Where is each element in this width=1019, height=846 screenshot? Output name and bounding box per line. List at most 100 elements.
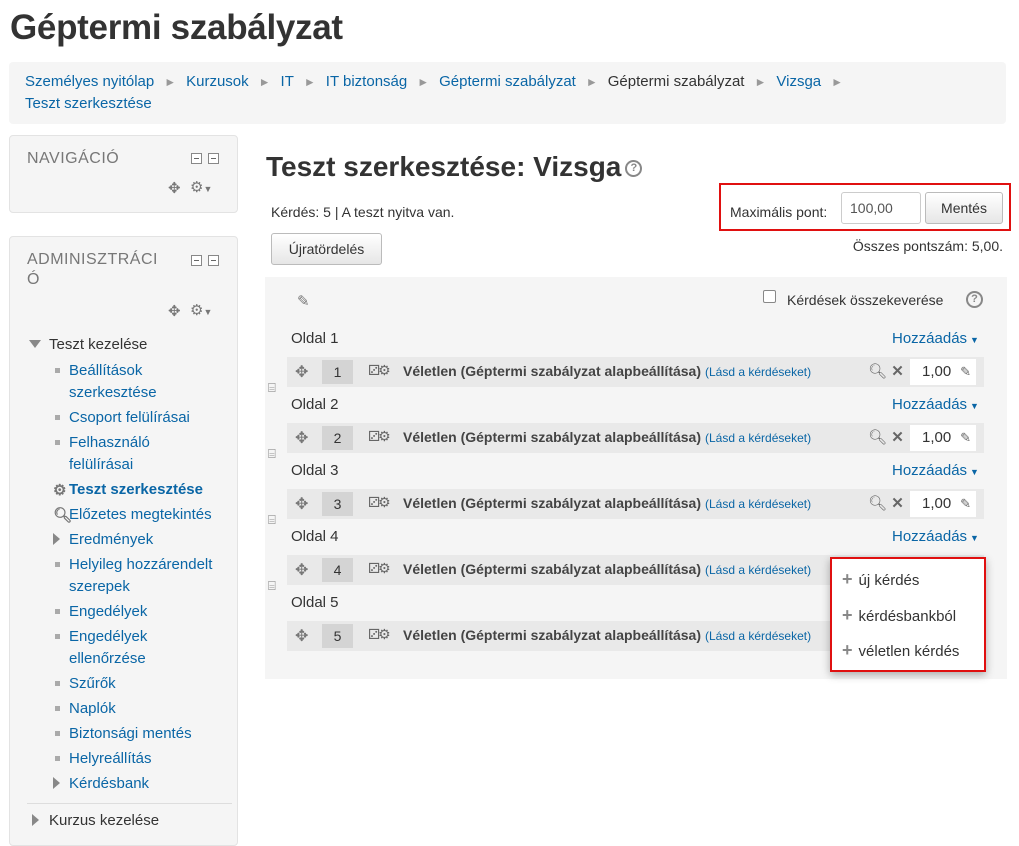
page-break-icon[interactable]: ⌸: [268, 579, 276, 592]
help-icon[interactable]: ?: [625, 160, 643, 178]
max-mark[interactable]: 1,00 ✎: [910, 425, 976, 451]
add-dropdown[interactable]: Hozzáadás ▼: [892, 462, 979, 479]
breadcrumb-course[interactable]: Géptermi szabályzat: [439, 73, 576, 90]
dock-icon[interactable]: [191, 153, 202, 164]
move-icon[interactable]: ✥: [295, 428, 308, 448]
tree-item-check-permissions[interactable]: Engedélyek ellenőrzése: [27, 626, 232, 670]
save-button[interactable]: Mentés: [925, 192, 1003, 224]
page-break-icon[interactable]: ⌸: [268, 381, 276, 394]
pencil-icon[interactable]: ✎: [960, 359, 971, 385]
collapse-icon[interactable]: [208, 255, 219, 266]
search-icon: 🔍︎: [53, 507, 73, 524]
question-title[interactable]: Véletlen (Géptermi szabályzat alapbeállí…: [403, 561, 811, 577]
see-questions-link[interactable]: (Lásd a kérdéseket): [705, 563, 811, 577]
question-title[interactable]: Véletlen (Géptermi szabályzat alapbeállí…: [403, 429, 811, 445]
menu-item-new-question[interactable]: + új kérdés: [842, 569, 919, 590]
tree-item-logs[interactable]: Naplók: [27, 698, 232, 720]
breadcrumb-edit-quiz[interactable]: Teszt szerkesztése: [25, 95, 152, 112]
bullet-icon: [55, 634, 60, 639]
shuffle-checkbox[interactable]: [763, 290, 776, 303]
add-dropdown[interactable]: Hozzáadás ▼: [892, 330, 979, 347]
move-icon[interactable]: ✥: [168, 304, 181, 319]
max-grade-input[interactable]: [841, 192, 921, 224]
add-dropdown[interactable]: Hozzáadás ▼: [892, 528, 979, 545]
search-icon[interactable]: 🔍︎: [868, 429, 887, 446]
slot-number: 3: [322, 492, 353, 516]
tree-quiz-administration[interactable]: Teszt kezelése: [27, 334, 232, 360]
pencil-icon[interactable]: ✎: [960, 425, 971, 451]
menu-item-random-question[interactable]: + véletlen kérdés: [842, 640, 959, 661]
tree-item-results[interactable]: Eredmények: [27, 529, 232, 551]
chevron-down-icon: ▼: [970, 335, 979, 345]
see-questions-link[interactable]: (Lásd a kérdéseket): [705, 431, 811, 445]
collapse-icon[interactable]: [208, 153, 219, 164]
see-questions-link[interactable]: (Lásd a kérdéseket): [705, 497, 811, 511]
random-question-icon: ⚂⚙: [368, 428, 391, 444]
question-title[interactable]: Véletlen (Géptermi szabályzat alapbeállí…: [403, 627, 811, 643]
tree-item-local-roles[interactable]: Helyileg hozzárendelt szerepek: [27, 554, 232, 598]
move-icon[interactable]: ✥: [295, 362, 308, 382]
administration-block-title[interactable]: ADMINISZTRÁCI Ó: [27, 250, 158, 290]
tree-item-settings[interactable]: Beállítások szerkesztése: [27, 360, 232, 404]
help-icon[interactable]: ?: [966, 291, 983, 308]
max-mark[interactable]: 1,00 ✎: [910, 359, 976, 385]
max-mark[interactable]: 1,00 ✎: [910, 491, 976, 517]
pencil-icon[interactable]: ✎: [297, 292, 310, 310]
tree-course-administration[interactable]: Kurzus kezelése: [27, 810, 232, 836]
administration-block: ADMINISZTRÁCI Ó ✥ ⚙▼ Teszt kezelése Beáll…: [9, 236, 238, 846]
bullet-icon: [55, 562, 60, 567]
tree-quiz-administration-label: Teszt kezelése: [49, 336, 148, 353]
bullet-icon: [55, 415, 60, 420]
page-break-icon[interactable]: ⌸: [268, 513, 276, 526]
bullet-icon: [55, 756, 60, 761]
breadcrumb-separator-icon: ►: [417, 75, 430, 89]
breadcrumb-home[interactable]: Személyes nyitólap: [25, 73, 154, 90]
gear-icon[interactable]: ⚙▼: [190, 303, 212, 320]
tree-item-edit-quiz[interactable]: ⚙ Teszt szerkesztése: [27, 479, 232, 501]
tree-item-user-overrides[interactable]: Felhasználó felülírásai: [27, 432, 232, 476]
repaginate-button[interactable]: Újratördelés: [271, 233, 382, 265]
dock-icon[interactable]: [191, 255, 202, 266]
tree-item-permissions[interactable]: Engedélyek: [27, 601, 232, 623]
page-break-icon[interactable]: ⌸: [268, 447, 276, 460]
navigation-block: NAVIGÁCIÓ ✥ ⚙▼: [9, 135, 238, 213]
add-dropdown[interactable]: Hozzáadás ▼: [892, 396, 979, 413]
search-icon[interactable]: 🔍︎: [868, 363, 887, 380]
bullet-icon: [55, 731, 60, 736]
breadcrumb-it-security[interactable]: IT biztonság: [326, 73, 407, 90]
question-title[interactable]: Véletlen (Géptermi szabályzat alapbeállí…: [403, 495, 811, 511]
administration-tree: Teszt kezelése Beállítások szerkesztése C…: [27, 334, 232, 836]
tree-item-filters[interactable]: Szűrők: [27, 673, 232, 695]
slot-number: 1: [322, 360, 353, 384]
tree-course-administration-label: Kurzus kezelése: [49, 812, 160, 829]
collapsed-triangle-icon: [53, 777, 60, 789]
breadcrumb-quiz[interactable]: Vizsga: [776, 73, 821, 90]
breadcrumb-courses[interactable]: Kurzusok: [186, 73, 249, 90]
gear-icon[interactable]: ⚙▼: [190, 180, 212, 197]
search-icon[interactable]: 🔍︎: [868, 495, 887, 512]
delete-icon[interactable]: ✕: [891, 363, 904, 380]
tree-item-restore[interactable]: Helyreállítás: [27, 748, 232, 770]
move-icon[interactable]: ✥: [295, 626, 308, 646]
move-icon[interactable]: ✥: [295, 494, 308, 514]
question-title[interactable]: Véletlen (Géptermi szabályzat alapbeállí…: [403, 363, 811, 379]
breadcrumb-separator-icon: ►: [831, 75, 844, 89]
tree-item-backup[interactable]: Biztonsági mentés: [27, 723, 232, 745]
see-questions-link[interactable]: (Lásd a kérdéseket): [705, 629, 811, 643]
tree-item-group-overrides[interactable]: Csoport felülírásai: [27, 407, 232, 429]
move-icon[interactable]: ✥: [295, 560, 308, 580]
menu-item-from-question-bank[interactable]: + kérdésbankból: [842, 605, 956, 626]
add-menu: + új kérdés + kérdésbankból + véletlen kérd…: [830, 557, 986, 672]
random-question-icon: ⚂⚙: [368, 560, 391, 576]
chevron-down-icon: ▼: [970, 533, 979, 543]
pencil-icon[interactable]: ✎: [960, 491, 971, 517]
delete-icon[interactable]: ✕: [891, 495, 904, 512]
slot-number: 2: [322, 426, 353, 450]
tree-item-preview[interactable]: 🔍︎ Előzetes megtekintés: [27, 504, 232, 526]
tree-item-question-bank[interactable]: Kérdésbank: [27, 773, 232, 795]
see-questions-link[interactable]: (Lásd a kérdéseket): [705, 365, 811, 379]
delete-icon[interactable]: ✕: [891, 429, 904, 446]
move-icon[interactable]: ✥: [168, 181, 181, 196]
breadcrumb-it[interactable]: IT: [281, 73, 294, 90]
navigation-block-title[interactable]: NAVIGÁCIÓ: [27, 149, 119, 169]
